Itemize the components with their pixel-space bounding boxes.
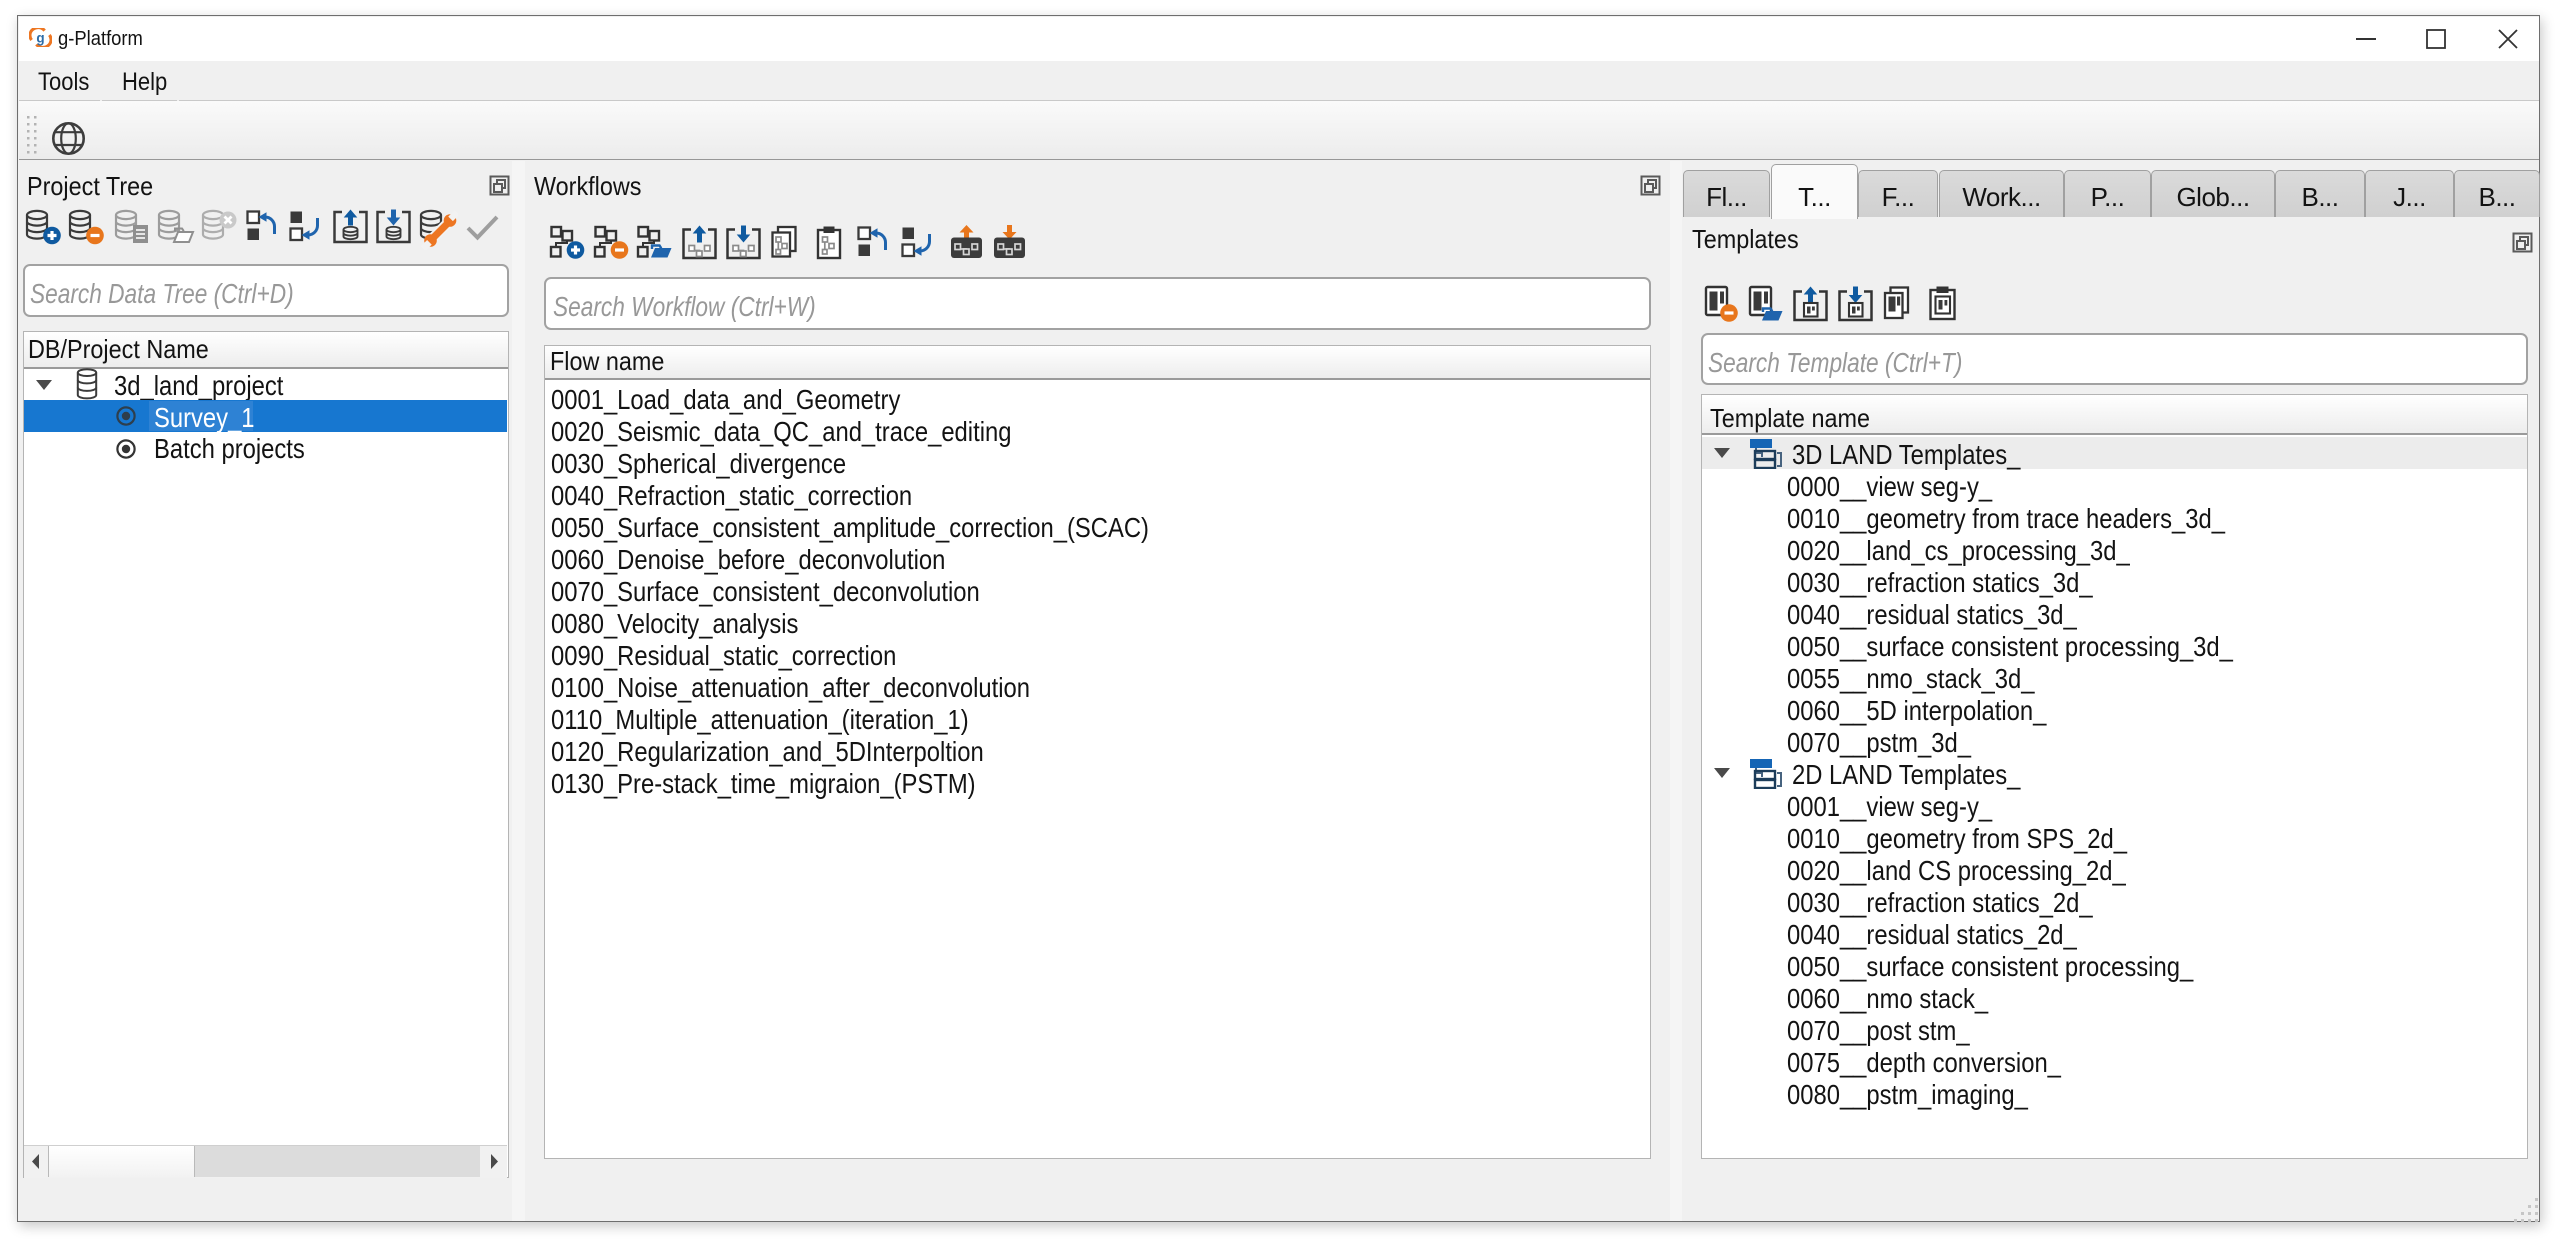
svg-text:g: g [36,30,44,45]
